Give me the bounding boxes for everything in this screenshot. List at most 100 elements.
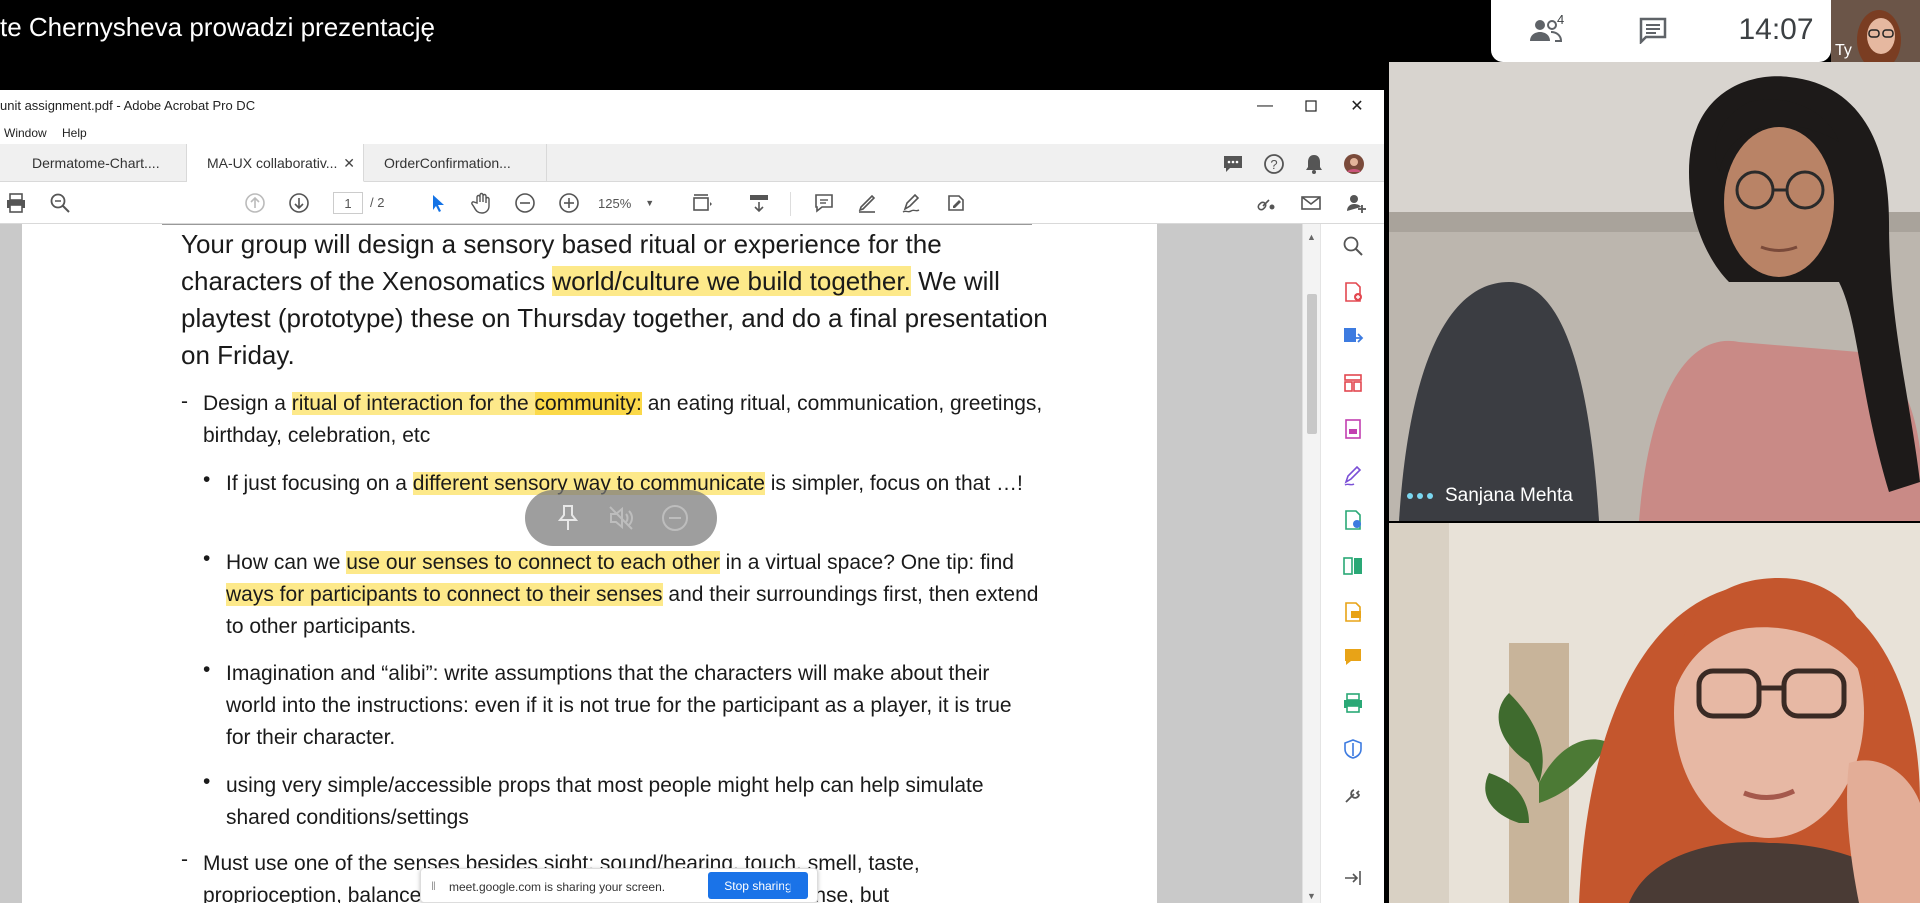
bullet: • [203,468,211,491]
export-pdf-icon[interactable] [1341,325,1365,349]
floating-controls [525,490,717,546]
highlighter-pen-icon [858,194,876,213]
scroll-mode-button[interactable] [745,190,773,216]
acrobat-toolbar: 1 / 2 125% ▼ [0,182,1384,224]
expand-panel-icon[interactable] [1341,866,1365,890]
bullet: • [203,547,211,570]
close-tab-icon[interactable]: ✕ [343,155,355,172]
item-text: If just focusing on a [226,472,413,495]
fill-sign-button[interactable] [942,190,970,216]
protect-shield-icon[interactable] [1341,737,1365,761]
participants-button[interactable]: 4 [1521,12,1571,48]
chat-icon [1639,17,1667,44]
more-tools-icon[interactable] [1341,783,1365,807]
page-total: / 2 [370,195,385,210]
sign-tool-button[interactable] [897,190,925,216]
fill-sign-tool-icon[interactable] [1341,463,1365,487]
clock: 14:07 [1738,13,1814,46]
plus-circle-icon [559,193,579,213]
item-text: Design a [203,392,292,415]
window-title: unit assignment.pdf - Adobe Acrobat Pro … [0,98,256,113]
tab-dermatome[interactable]: Dermatome-Chart.... [12,144,187,182]
menu-help[interactable]: Help [62,126,87,140]
self-video-tile: Ty [1831,0,1920,62]
highlight: use our senses to connect to each other [346,551,720,574]
tab-order-confirmation[interactable]: OrderConfirmation... [364,144,547,182]
comment-tool-icon[interactable] [1341,600,1365,624]
sharing-notice: meet.google.com is sharing your screen. [449,880,666,894]
previous-page-button[interactable] [241,190,269,216]
comment-tool-button[interactable] [810,190,838,216]
vertical-scrollbar[interactable]: ▲ ▼ [1302,224,1320,903]
highlight: community: [534,392,642,415]
help-icon[interactable]: ? [1262,152,1286,176]
participants-count: 4 [1557,12,1565,27]
list-item: Imagination and “alibi”: write assumptio… [226,662,1012,749]
organize-pages-icon[interactable] [1341,371,1365,395]
scroll-up-icon[interactable]: ▲ [1307,232,1316,242]
pin-button[interactable] [554,504,582,532]
participant-name: Sanjana Mehta [1445,485,1573,506]
item-text: in a virtual space? One tip: find [719,551,1014,574]
fit-page-button[interactable] [688,190,716,216]
search-tool-icon[interactable] [1341,234,1365,258]
compare-files-icon[interactable] [1341,554,1365,578]
send-for-signature-icon[interactable] [1341,508,1365,532]
print-production-icon[interactable] [1341,691,1365,715]
print-button[interactable] [2,190,30,216]
zoom-out-button[interactable] [511,190,539,216]
comment-bubble-icon[interactable] [1221,152,1245,176]
participant-tile[interactable] [1389,523,1920,903]
pdf-page: Your group will design a sensory based r… [22,224,1157,903]
notification-bell-icon[interactable] [1302,152,1326,176]
hand-icon [471,192,490,214]
mute-button[interactable] [607,504,635,532]
highlight-tool-button[interactable] [853,190,881,216]
zoom-select[interactable]: 125% ▼ [598,192,670,214]
participant-tile[interactable]: Sanjana Mehta [1389,62,1920,521]
account-avatar-icon[interactable] [1342,152,1366,176]
remove-button[interactable] [661,504,689,532]
find-button[interactable] [46,190,74,216]
scroll-down-icon[interactable]: ▼ [1307,891,1316,901]
close-window-button[interactable]: ✕ [1334,92,1380,120]
zoom-in-button[interactable] [555,190,583,216]
scrollbar-thumb[interactable] [1307,294,1317,434]
list-item: How can we use our senses to connect to … [226,547,1056,643]
maximize-button[interactable] [1288,92,1334,120]
sign-pen-icon [902,193,920,213]
hide-button[interactable]: Hide [783,880,808,894]
edit-pdf-icon[interactable] [1341,417,1365,441]
print-icon [7,193,25,213]
tab-label: OrderConfirmation... [384,155,511,171]
minus-circle-icon [662,505,688,531]
pin-icon [557,505,579,530]
tab-label: Dermatome-Chart.... [32,155,160,171]
arrow-up-circle-icon [245,193,265,213]
menu-window[interactable]: Window [4,126,47,140]
hand-tool-button[interactable] [468,190,496,216]
page-number-input[interactable]: 1 [333,192,363,214]
create-pdf-icon[interactable] [1341,280,1365,304]
fit-page-icon [693,194,712,211]
close-icon: ✕ [1350,98,1364,115]
email-button[interactable] [1297,190,1325,216]
sticky-note-icon[interactable] [1341,645,1365,669]
add-person-button[interactable] [1342,190,1370,216]
dash-bullet: - [181,848,188,871]
minimize-icon: — [1257,97,1273,114]
tab-ma-ux[interactable]: MA-UX collaborativ... ✕ [187,144,364,182]
select-tool-button[interactable] [424,190,452,216]
envelope-icon [1301,196,1321,210]
minimize-button[interactable]: — [1242,92,1288,120]
item-text: is simpler, focus on that …! [764,472,1023,495]
cursor-arrow-icon [433,195,444,212]
next-page-button[interactable] [285,190,313,216]
bullet: • [203,770,211,793]
zoom-search-icon [50,193,70,213]
chat-button[interactable] [1633,12,1673,48]
presenter-banner: te Chernysheva prowadzi prezentację [0,12,436,42]
drag-handle-icon[interactable]: ‖ [431,879,436,893]
list-item: Design a ritual of interaction for the c… [203,388,1043,452]
share-link-button[interactable] [1252,190,1280,216]
